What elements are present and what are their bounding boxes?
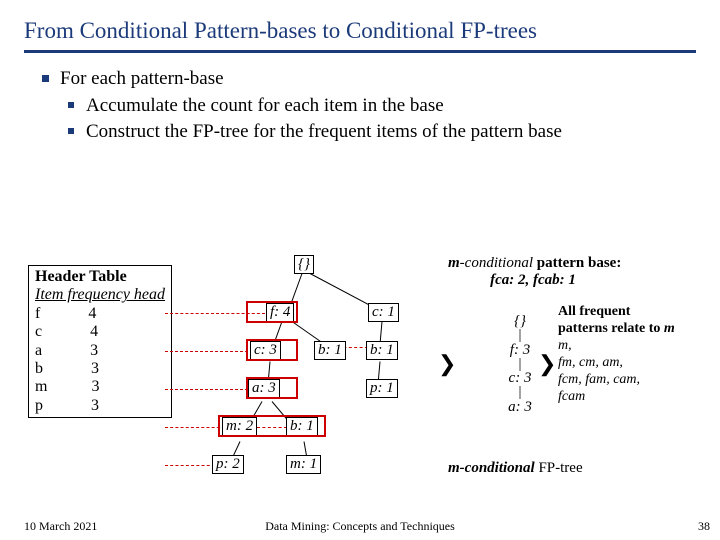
- table-row: f 4: [35, 305, 165, 323]
- list-item: fcam: [558, 389, 718, 405]
- bullet-level1: For each pattern-base: [24, 67, 696, 92]
- dashed-link: [165, 427, 225, 428]
- table-row: b 3: [35, 360, 165, 378]
- m-conditional-fp-tree-label: m-conditional FP-tree: [448, 460, 583, 477]
- text: m: [664, 321, 675, 336]
- dashed-link: [165, 351, 253, 352]
- text: -conditional: [460, 255, 537, 271]
- tree-edge: |: [480, 332, 560, 340]
- tree-edge: |: [480, 389, 560, 397]
- arrow-icon: ❯: [438, 351, 456, 377]
- heading: patterns relate to m: [558, 321, 718, 337]
- m-label: m: [448, 255, 460, 271]
- slide-title: From Conditional Pattern-bases to Condit…: [24, 18, 696, 44]
- all-frequent-patterns: All frequent patterns relate to m m, fm,…: [558, 303, 718, 406]
- table-row: a 3: [35, 342, 165, 360]
- header-table: Header Table Item frequency head f 4 c 4…: [28, 265, 172, 418]
- slide-number: 38: [698, 519, 710, 534]
- list-item: fm, cm, am,: [558, 355, 718, 371]
- diagram-area: Header Table Item frequency head f 4 c 4…: [0, 255, 720, 515]
- text: pattern base:: [537, 255, 622, 271]
- tree-node: c: 3: [250, 341, 281, 360]
- tree-node: m: 1: [286, 455, 321, 474]
- bullet-list: For each pattern-base Accumulate the cou…: [24, 67, 696, 145]
- dashed-link: [257, 427, 287, 428]
- pattern-base-items: fca: 2, fcab: 1: [448, 272, 618, 289]
- tree-node: m: 2: [222, 417, 257, 436]
- list-item: fcm, fam, cam,: [558, 372, 718, 388]
- fp-tree: {} f: 4 c: 1 c: 3 b: 1 b: 1 a: 3 p: 1 m:…: [210, 255, 440, 495]
- tree-node-root: {}: [294, 255, 314, 274]
- header-table-title: Header Table: [35, 268, 165, 286]
- title-rule: [24, 50, 696, 53]
- text: FP-tree: [535, 460, 583, 476]
- table-row: m 3: [35, 378, 165, 396]
- tree-node: f: 4: [266, 303, 294, 322]
- m-conditional-pattern-base: m-conditional pattern base: fca: 2, fcab…: [448, 255, 718, 289]
- tree-node: p: 1: [366, 379, 398, 398]
- tree-node: b: 1: [314, 341, 346, 360]
- table-row: c 4: [35, 323, 165, 341]
- text: patterns relate to: [558, 321, 664, 336]
- heading: All frequent: [558, 304, 718, 320]
- dashed-link: [165, 389, 253, 390]
- bullet-level2: Accumulate the count for each item in th…: [24, 94, 696, 119]
- tree-node: a: 3: [480, 399, 560, 416]
- tree-node: c: 1: [368, 303, 399, 322]
- list-item: m,: [558, 338, 718, 354]
- text: m-conditional: [448, 460, 535, 476]
- table-row: p 3: [35, 397, 165, 415]
- tree-edge: |: [480, 361, 560, 369]
- header-table-columns: Item frequency head: [35, 286, 165, 304]
- dashed-link: [165, 465, 215, 466]
- bullet-level2: Construct the FP-tree for the frequent i…: [24, 120, 696, 145]
- tree-node: b: 1: [366, 341, 398, 360]
- tree-node: p: 2: [212, 455, 244, 474]
- tree-edge: [310, 273, 376, 309]
- footer-title: Data Mining: Concepts and Techniques: [0, 519, 720, 534]
- m-conditional-fp-tree: {} | f: 3 | c: 3 | a: 3: [480, 311, 560, 418]
- tree-node: a: 3: [248, 379, 280, 398]
- tree-node: b: 1: [286, 417, 318, 436]
- dashed-link: [165, 313, 265, 314]
